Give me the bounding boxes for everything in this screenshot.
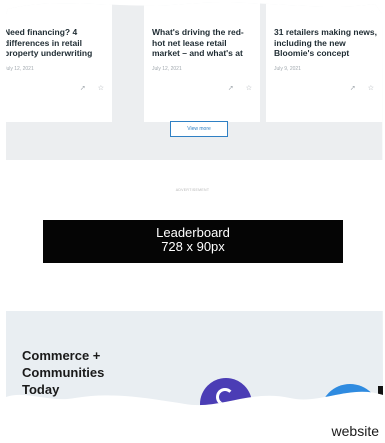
article-card[interactable]: 31 retailers making news, including the … (266, 0, 385, 122)
view-more-button[interactable]: View more (170, 121, 228, 137)
share-icon[interactable]: ➚ (350, 84, 356, 92)
caption-label: website (331, 423, 379, 439)
share-icon[interactable]: ➚ (228, 84, 234, 92)
article-cards-section: Need financing? 4 differences in retail … (0, 0, 385, 160)
card-tag (274, 20, 382, 27)
article-card[interactable]: What's driving the red-hot net lease ret… (144, 0, 260, 122)
star-icon[interactable]: ☆ (98, 84, 104, 92)
card-tag (4, 20, 104, 27)
card-title[interactable]: Need financing? 4 differences in retail … (4, 27, 104, 59)
star-icon[interactable]: ☆ (246, 84, 252, 92)
leaderboard-title: Leaderboard (156, 225, 230, 240)
section-title-line: Communities (22, 365, 105, 380)
advertisement-label: ADVERTISEMENT (175, 188, 210, 192)
star-icon[interactable]: ☆ (368, 84, 374, 92)
page-content: Need financing? 4 differences in retail … (0, 0, 385, 443)
card-title[interactable]: What's driving the red-hot net lease ret… (152, 27, 252, 59)
card-date: July 12, 2021 (4, 65, 34, 72)
leaderboard-size: 728 x 90px (161, 239, 225, 254)
section-title: Commerce + Communities Today (22, 347, 104, 398)
card-date: July 9, 2021 (274, 65, 301, 72)
card-tag (152, 20, 252, 27)
edge-block (378, 386, 385, 398)
card-date: July 12, 2021 (152, 65, 182, 72)
torn-page: Need financing? 4 differences in retail … (0, 0, 385, 443)
share-icon[interactable]: ➚ (80, 84, 86, 92)
section-title-line: Today (22, 382, 60, 397)
section-title-line: Commerce + (22, 348, 101, 363)
purple-logo-icon (200, 378, 252, 430)
leaderboard-ad[interactable]: Leaderboard 728 x 90px (43, 220, 343, 263)
card-title[interactable]: 31 retailers making news, including the … (274, 27, 382, 59)
article-card[interactable]: Need financing? 4 differences in retail … (0, 0, 112, 122)
